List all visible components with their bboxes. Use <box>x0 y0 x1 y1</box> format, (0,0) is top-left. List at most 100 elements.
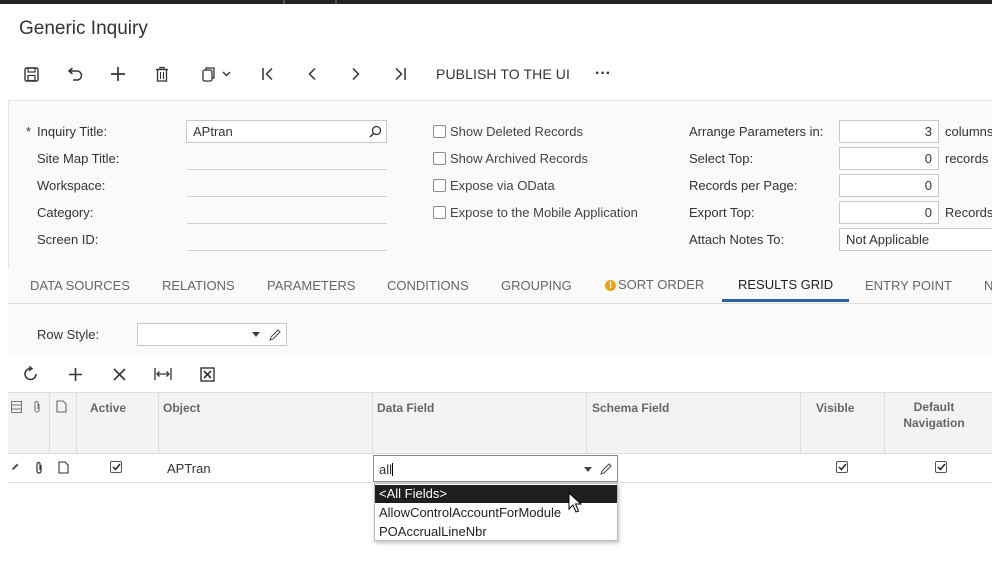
records-per-page-input[interactable]: 0 <box>839 174 939 197</box>
tab-relations[interactable]: RELATIONS <box>162 278 235 293</box>
screen-id-label: Screen ID: <box>37 232 99 247</box>
object-cell[interactable]: APTran <box>167 461 211 476</box>
caret-down-icon[interactable] <box>252 332 260 337</box>
next-icon <box>351 67 361 81</box>
column-header-schema-field[interactable]: Schema Field <box>592 401 669 415</box>
data-field-value: all <box>379 462 393 477</box>
tab-next-partial[interactable]: N <box>984 278 992 293</box>
attachment-icon[interactable] <box>34 461 44 475</box>
caret-down-icon[interactable] <box>584 467 592 472</box>
export-top-unit: Records <box>945 205 992 220</box>
undo-button[interactable] <box>63 60 85 88</box>
plus-icon <box>110 66 126 82</box>
add-button[interactable] <box>107 60 129 88</box>
inquiry-title-label: Inquiry Title: <box>37 124 108 139</box>
category-input[interactable] <box>187 204 387 224</box>
row-style-label: Row Style: <box>37 327 100 342</box>
tab-grouping[interactable]: GROUPING <box>501 278 572 293</box>
previous-icon <box>307 67 317 81</box>
previous-button[interactable] <box>301 60 323 88</box>
row-style-select[interactable] <box>137 323 287 346</box>
records-per-page-label: Records per Page: <box>689 178 798 193</box>
column-header-default-navigation[interactable]: Default Navigation <box>894 399 974 431</box>
arrange-parameters-unit: columns <box>945 124 992 139</box>
next-button[interactable] <box>345 60 367 88</box>
inquiry-title-input[interactable]: APtran <box>186 120 387 143</box>
workspace-input[interactable] <box>187 177 387 197</box>
grid-header: Active Object Data Field Schema Field Vi… <box>8 392 992 455</box>
arrange-parameters-label: Arrange Parameters in: <box>689 124 824 139</box>
select-top-input[interactable]: 0 <box>839 147 939 170</box>
chevron-down-icon <box>222 71 231 77</box>
main-toolbar: PUBLISH TO THE UI ··· <box>0 60 992 88</box>
show-archived-label: Show Archived Records <box>450 151 589 166</box>
default-navigation-checkbox[interactable] <box>935 461 947 473</box>
copy-paste-button[interactable] <box>195 60 237 88</box>
save-icon <box>23 66 39 82</box>
column-header-default-navigation-line2: Navigation <box>903 416 965 430</box>
expose-mobile-label: Expose to the Mobile Application <box>450 205 638 220</box>
select-top-label: Select Top: <box>689 151 754 166</box>
tab-conditions[interactable]: CONDITIONS <box>387 278 469 293</box>
pencil-icon[interactable] <box>269 329 281 341</box>
column-separator <box>884 393 885 455</box>
column-header-default-navigation-line1: Default <box>913 400 955 414</box>
dropdown-option-po-accrual-line-nbr[interactable]: POAccrualLineNbr <box>375 523 617 541</box>
export-excel-button[interactable] <box>196 364 218 384</box>
refresh-button[interactable] <box>20 364 42 384</box>
first-record-button[interactable] <box>257 60 279 88</box>
active-tab-indicator <box>722 299 849 302</box>
attach-notes-label: Attach Notes To: <box>689 232 785 247</box>
attach-notes-select[interactable]: Not Applicable <box>839 228 992 251</box>
show-deleted-checkbox[interactable] <box>433 125 446 138</box>
column-header-active[interactable]: Active <box>90 401 126 415</box>
last-record-button[interactable] <box>389 60 411 88</box>
data-field-input[interactable]: all <box>373 455 618 482</box>
search-icon[interactable] <box>369 125 382 138</box>
tab-entry-point[interactable]: ENTRY POINT <box>865 278 952 293</box>
screen-id-input[interactable] <box>187 231 387 251</box>
column-separator <box>49 393 50 455</box>
text-caret <box>392 463 394 476</box>
tab-data-sources[interactable]: DATA SOURCES <box>30 278 130 293</box>
delete-button[interactable] <box>151 60 173 88</box>
export-top-label: Export Top: <box>689 205 755 220</box>
column-header-visible[interactable]: Visible <box>816 401 854 415</box>
active-checkbox[interactable] <box>110 461 122 473</box>
column-header-object[interactable]: Object <box>163 401 200 415</box>
fit-columns-button[interactable] <box>152 364 174 384</box>
pencil-icon[interactable] <box>600 463 612 475</box>
required-marker: * <box>26 124 32 139</box>
expose-odata-checkbox[interactable] <box>433 179 446 192</box>
expose-mobile-checkbox[interactable] <box>433 206 446 219</box>
tab-parameters[interactable]: PARAMETERS <box>267 278 356 293</box>
tab-sort-order-label: SORT ORDER <box>618 277 705 292</box>
column-separator <box>372 393 373 455</box>
export-top-input[interactable]: 0 <box>839 201 939 224</box>
column-separator <box>76 393 77 455</box>
close-icon <box>112 367 126 381</box>
column-separator <box>586 393 587 455</box>
column-header-data-field[interactable]: Data Field <box>377 401 434 415</box>
tab-results-grid[interactable]: RESULTS GRID <box>738 277 833 292</box>
tab-sort-order[interactable]: ! SORT ORDER <box>605 277 704 292</box>
warning-icon: ! <box>605 280 616 291</box>
column-separator <box>158 393 159 455</box>
excel-icon <box>199 366 215 382</box>
refresh-icon <box>23 366 39 382</box>
add-row-button[interactable] <box>64 364 86 384</box>
top-bar <box>0 0 992 4</box>
save-button[interactable] <box>20 60 42 88</box>
arrange-parameters-input[interactable]: 3 <box>839 120 939 143</box>
site-map-title-input[interactable] <box>187 150 387 170</box>
show-archived-checkbox[interactable] <box>433 152 446 165</box>
more-menu-button[interactable]: ··· <box>590 60 616 88</box>
visible-checkbox[interactable] <box>836 461 848 473</box>
note-icon[interactable] <box>58 461 69 474</box>
delete-row-button[interactable] <box>108 364 130 384</box>
edit-row-icon <box>11 463 19 471</box>
select-top-unit: records <box>945 151 989 166</box>
plus-icon <box>68 367 83 382</box>
copy-paste-icon <box>201 66 217 82</box>
publish-to-ui-button[interactable]: PUBLISH TO THE UI <box>436 60 570 88</box>
